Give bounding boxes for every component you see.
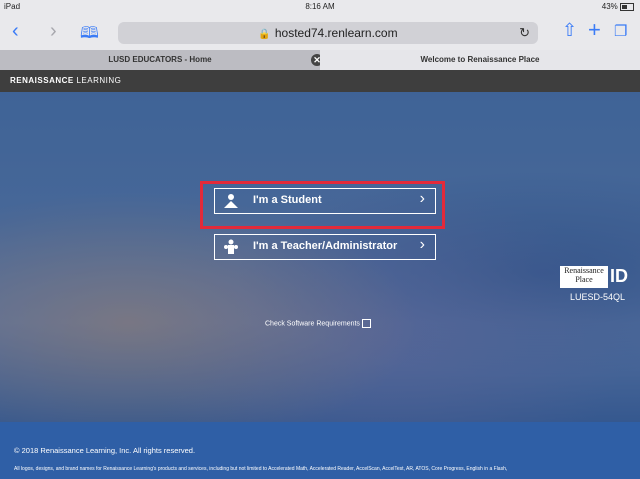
tab-welcome-renaissance[interactable]: Welcome to Renaissance Place [320,50,640,70]
student-button[interactable]: I'm a Student › [214,188,436,214]
legal-text: All logos, designs, and brand names for … [14,466,508,472]
tab-lusd-educators[interactable]: LUSD EDUCATORS - Home [0,50,320,70]
status-bar: iPad 8:16 AM 43% [0,0,640,14]
teacher-icon [224,239,238,254]
clock: 8:16 AM [305,2,335,11]
copyright-text: © 2018 Renaissance Learning, Inc. All ri… [14,446,196,455]
tab-label: LUSD EDUCATORS - Home [108,55,212,64]
tab-label: Welcome to Renaissance Place [420,55,540,64]
lock-icon: 🔒 [258,29,271,40]
check-software-label: Check Software Requirements [265,320,360,328]
check-software-link[interactable]: Check Software Requirements [265,319,371,328]
reload-icon[interactable]: ↻ [519,22,530,44]
url-text: hosted74.renlearn.com [274,26,398,40]
battery-status: 43% [602,2,634,11]
browser-toolbar: ‹ › 🕮 🔒 hosted74.renlearn.com ↻ ⇧ + ❐ [0,14,640,50]
address-bar[interactable]: 🔒 hosted74.renlearn.com ↻ [118,22,538,44]
rp-logo-box: Renaissance Place [560,266,608,288]
external-link-icon [361,319,371,328]
renaissance-logo: RENAISSANCE LEARNING [10,76,122,85]
student-label: I'm a Student [253,194,322,206]
back-icon[interactable]: ‹ [12,20,19,43]
site-code: LUESD-54QL [570,292,626,302]
tab-bar: LUSD EDUCATORS - Home ✕ Welcome to Renai… [0,50,640,70]
teacher-button[interactable]: I'm a Teacher/Administrator › [214,234,436,260]
chevron-right-icon: › [419,236,425,253]
share-icon[interactable]: ⇧ [562,20,577,41]
chevron-right-icon: › [419,190,425,207]
battery-icon [620,2,634,11]
teacher-label: I'm a Teacher/Administrator [253,240,398,252]
new-tab-icon[interactable]: + [588,17,601,43]
rp-id-text: ID [610,266,628,286]
footer: © 2018 Renaissance Learning, Inc. All ri… [0,422,640,479]
student-icon [224,194,238,208]
battery-percent: 43% [601,2,618,11]
bookmarks-icon[interactable]: 🕮 [80,22,99,49]
tabs-icon[interactable]: ❐ [614,22,627,40]
brand-bar: RENAISSANCE LEARNING [0,70,640,92]
forward-icon[interactable]: › [50,20,57,43]
